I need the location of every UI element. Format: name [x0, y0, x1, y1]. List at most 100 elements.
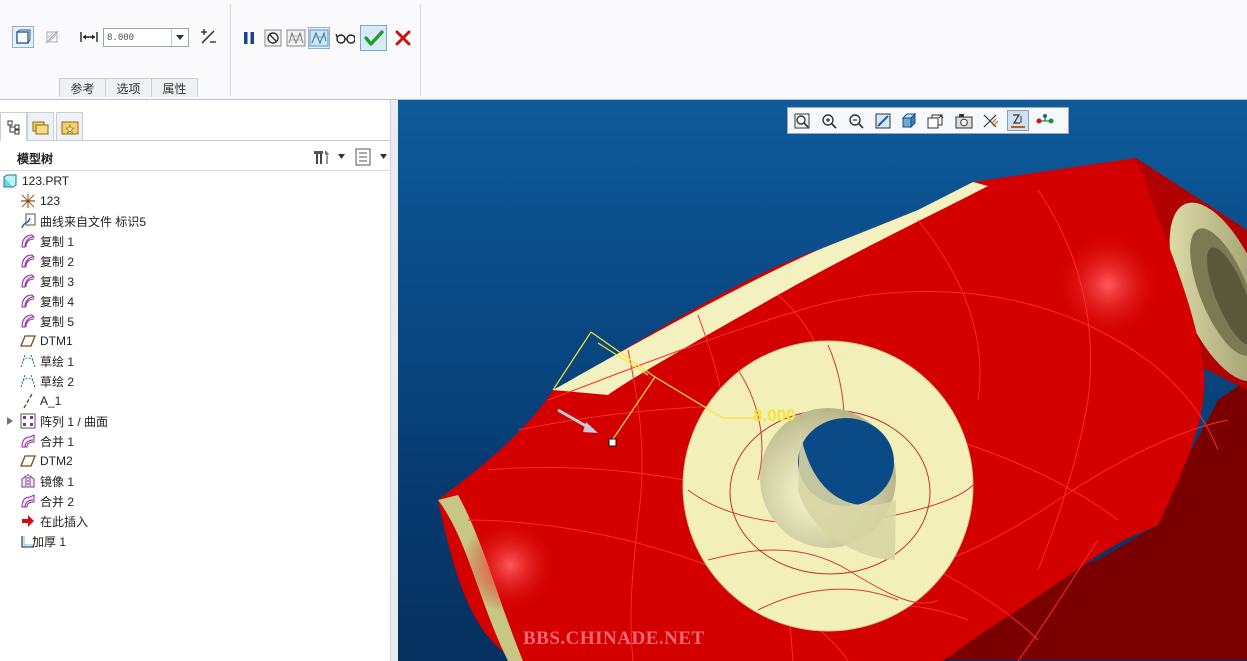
- tree-item-label: 在此插入: [40, 514, 89, 529]
- no-preview-button[interactable]: [262, 27, 284, 49]
- tree-item-label: 合并 1: [40, 434, 75, 449]
- navigator-tabs: [0, 108, 397, 141]
- copy-surface-icon: [20, 253, 36, 269]
- tree-item-datum-plane[interactable]: DTM1: [0, 331, 390, 351]
- tree-item-datum-plane[interactable]: DTM2: [0, 451, 390, 471]
- tree-item-copy[interactable]: 复制 2: [0, 251, 390, 271]
- graphics-window[interactable]: 8.000 BBS.CHINADE.NET: [398, 100, 1247, 661]
- curve-from-file-icon: [20, 213, 36, 229]
- thickness-dropdown-button[interactable]: [171, 29, 188, 46]
- tree-item-coordinate-system[interactable]: 123: [0, 191, 390, 211]
- thicken-solid-button[interactable]: [12, 26, 34, 48]
- thicken-remove-material-button[interactable]: [41, 26, 63, 48]
- tree-item-insert-here[interactable]: 在此插入: [0, 511, 390, 531]
- dashboard-slide-tabs: 参考 选项 属性: [59, 78, 198, 98]
- chevron-down-icon[interactable]: [338, 154, 345, 159]
- tree-item-label: 草绘 1: [40, 354, 75, 369]
- tree-item-copy[interactable]: 复制 1: [0, 231, 390, 251]
- expand-arrow-icon[interactable]: [7, 417, 13, 425]
- datum-plane-icon: [20, 333, 36, 349]
- tree-item-label: 复制 2: [40, 254, 75, 269]
- detached-preview-button[interactable]: [308, 27, 330, 49]
- sketch-icon: [20, 373, 36, 389]
- thicken-dashboard: 参考 选项 属性: [0, 0, 1247, 100]
- attached-preview-button[interactable]: [285, 27, 307, 49]
- no-preview-icon: [264, 29, 282, 47]
- view-manager-button[interactable]: [953, 110, 975, 131]
- coordinate-system-icon: [20, 193, 36, 209]
- chevron-down-icon[interactable]: [380, 154, 387, 159]
- annotation-display-button[interactable]: [1007, 110, 1029, 131]
- tab-model-tree[interactable]: [0, 112, 27, 141]
- cancel-button[interactable]: [392, 27, 414, 49]
- tree-item-part[interactable]: 123.PRT: [0, 171, 390, 191]
- repaint-button[interactable]: [872, 110, 894, 131]
- tree-item-copy[interactable]: 复制 3: [0, 271, 390, 291]
- tree-item-datum-axis[interactable]: A_1: [0, 391, 390, 411]
- model-tree-header: 模型树: [0, 144, 390, 171]
- view-manager-icon: [955, 113, 973, 128]
- tree-item-label: 复制 4: [40, 294, 75, 309]
- tab-folder-browser[interactable]: [27, 112, 54, 140]
- flip-direction-button[interactable]: [197, 26, 219, 48]
- tree-item-label: 镜像 1: [40, 474, 75, 489]
- spin-center-icon: [1036, 113, 1054, 123]
- thickness-input[interactable]: [104, 29, 175, 46]
- thickness-combo[interactable]: [103, 28, 189, 47]
- sketch-icon: [20, 353, 36, 369]
- navigator-panel: 模型树 123.PRT 123 曲线来自文件 标识5 复制 1 复制 2 复制 …: [0, 100, 397, 661]
- navigator-scrollbar[interactable]: [390, 100, 398, 661]
- tree-item-pattern[interactable]: 阵列 1 / 曲面: [0, 411, 390, 431]
- copy-surface-icon: [20, 313, 36, 329]
- tree-item-merge[interactable]: 合并 2: [0, 491, 390, 511]
- tree-item-sketch[interactable]: 草绘 1: [0, 351, 390, 371]
- remove-material-icon: [45, 30, 59, 44]
- copy-surface-icon: [20, 293, 36, 309]
- list-view-icon: [355, 148, 371, 166]
- tree-item-copy[interactable]: 复制 4: [0, 291, 390, 311]
- confirm-button[interactable]: [360, 25, 387, 51]
- tree-settings-button[interactable]: [310, 146, 332, 168]
- tree-item-label: 123.PRT: [22, 174, 70, 188]
- tree-item-curve-from-file[interactable]: 曲线来自文件 标识5: [0, 211, 390, 231]
- chevron-down-icon: [176, 35, 184, 40]
- tree-item-label: 复制 5: [40, 314, 75, 329]
- tree-item-thicken[interactable]: 加厚 1: [0, 531, 390, 551]
- datum-display-button[interactable]: [980, 110, 1002, 131]
- thickness-dimension-label[interactable]: 8.000: [753, 406, 796, 426]
- merge-icon: [20, 433, 36, 449]
- tab-references[interactable]: 参考: [59, 78, 106, 97]
- pause-button[interactable]: [238, 27, 260, 49]
- mirror-icon: [20, 473, 36, 489]
- tab-favorites[interactable]: [56, 112, 83, 140]
- tree-item-merge[interactable]: 合并 1: [0, 431, 390, 451]
- tree-item-sketch[interactable]: 草绘 2: [0, 371, 390, 391]
- copy-surface-icon: [20, 233, 36, 249]
- datum-axis-icon: [20, 393, 36, 409]
- refit-icon: [794, 113, 810, 128]
- part-icon: [2, 173, 18, 189]
- verify-preview-icon: [309, 29, 329, 47]
- saved-orientations-button[interactable]: [926, 110, 948, 131]
- tree-item-mirror[interactable]: 镜像 1: [0, 471, 390, 491]
- shaded-cube-icon: [901, 112, 917, 128]
- tree-show-button[interactable]: [352, 146, 374, 168]
- display-style-button[interactable]: [899, 110, 921, 131]
- verify-button[interactable]: [334, 27, 356, 49]
- model-tree-title: 模型树: [17, 152, 54, 166]
- zoom-in-button[interactable]: [818, 110, 840, 131]
- tree-item-copy[interactable]: 复制 5: [0, 311, 390, 331]
- spin-center-button[interactable]: [1034, 110, 1056, 131]
- tree-item-label: A_1: [40, 394, 62, 408]
- tree-item-label: 曲线来自文件 标识5: [40, 214, 147, 229]
- tree-item-label: 合并 2: [40, 494, 75, 509]
- zoom-out-button[interactable]: [845, 110, 867, 131]
- copy-surface-icon: [20, 273, 36, 289]
- insert-here-arrow-icon: [20, 513, 36, 529]
- model-view[interactable]: [398, 100, 1247, 661]
- refit-button[interactable]: [791, 110, 813, 131]
- tab-options[interactable]: 选项: [105, 78, 152, 97]
- close-icon: [395, 30, 411, 46]
- tab-properties[interactable]: 属性: [151, 78, 198, 97]
- solid-thicken-icon: [16, 29, 31, 44]
